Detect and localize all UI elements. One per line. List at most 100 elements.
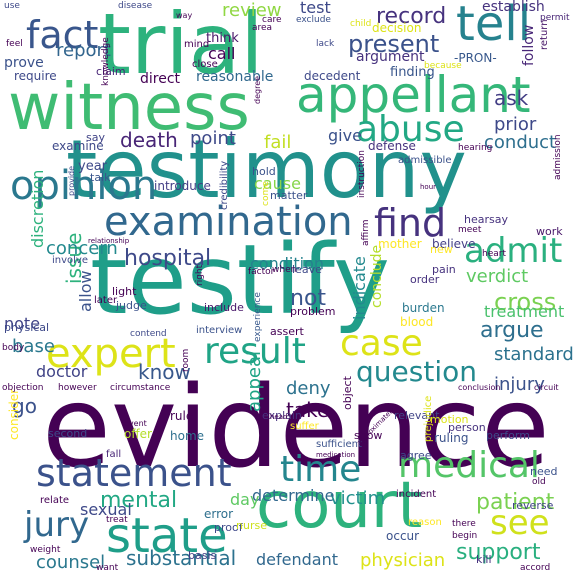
word-problem: problem	[290, 305, 336, 318]
word-way: way	[176, 11, 193, 20]
word-right: right	[195, 264, 205, 286]
word-error: error	[204, 507, 234, 521]
word-talk: talk	[90, 171, 111, 184]
word-contend: contend	[130, 329, 167, 339]
word-prejudice: prejudice	[423, 395, 434, 442]
word-feel: feel	[6, 39, 23, 49]
word-leave: leave	[292, 263, 322, 276]
word-weight: weight	[30, 545, 61, 555]
word-later: later	[94, 295, 118, 306]
word-credibility: credibility	[219, 160, 230, 210]
word-give: give	[328, 126, 362, 145]
word-indicate: indicate	[350, 256, 369, 320]
word-ask: ask	[494, 86, 529, 110]
word-argument: argument	[356, 49, 425, 65]
word-body: body	[2, 343, 25, 353]
word-conclude: conclude	[369, 244, 385, 308]
word-there: there	[452, 519, 476, 529]
word-provide: provide	[67, 165, 76, 196]
word-statement: statement	[36, 451, 232, 495]
word-matter: matter	[270, 189, 308, 202]
word-say: say	[86, 131, 105, 144]
word-occur: occur	[386, 529, 420, 543]
word-include: include	[204, 301, 244, 314]
word-factor: factor	[248, 267, 275, 277]
word-think: think	[206, 31, 239, 46]
word-defendant: defendant	[256, 550, 338, 569]
word-perform: perform	[486, 429, 530, 442]
word-allow: allow	[76, 270, 95, 312]
word-new: new	[430, 243, 453, 256]
word-cloud: evidence testify testimony trial witness…	[0, 0, 576, 576]
word-object: object	[341, 376, 354, 410]
word-basis: basis	[188, 549, 217, 562]
word-hour: hour	[420, 183, 437, 191]
word-judge: judge	[116, 299, 147, 312]
word-consider: consider	[7, 388, 21, 440]
word-work: work	[536, 225, 563, 238]
word-question: question	[356, 355, 477, 388]
word-head: head	[270, 413, 288, 421]
word-experience: experience	[253, 292, 263, 342]
word-physical: physical	[4, 321, 50, 334]
word-follow: follow	[521, 24, 537, 66]
word-doctor: doctor	[36, 362, 88, 381]
word-incident: incident	[396, 489, 437, 500]
word-motion: motion	[430, 413, 469, 426]
word-assert: assert	[270, 325, 304, 338]
word-rule: rule	[170, 409, 194, 423]
word-blood: blood	[400, 315, 434, 329]
word-however: however	[58, 383, 97, 393]
word-nurse: nurse	[236, 519, 267, 532]
word-area: area	[252, 23, 273, 33]
word-test: test	[300, 0, 331, 17]
word-reason: reason	[408, 517, 442, 528]
word-kill: kill	[476, 553, 492, 566]
word-heart: heart	[482, 249, 506, 259]
word-decision: decision	[372, 21, 422, 35]
word-support: support	[456, 540, 541, 565]
word-second: second	[48, 427, 88, 440]
word-circumstance: circumstance	[110, 383, 171, 393]
word-counsel: counsel	[36, 552, 106, 573]
word-establish: establish	[482, 0, 545, 15]
word-treatment: treatment	[484, 302, 565, 321]
word-home: home	[170, 429, 205, 443]
word-reverse: reverse	[512, 499, 554, 512]
word-victim: victim	[330, 488, 386, 509]
word-standard: standard	[494, 344, 574, 365]
word-relate: relate	[40, 495, 70, 506]
word-offer: offer	[124, 427, 152, 441]
word-fail: fail	[264, 132, 292, 153]
word-conclusion: conclusion	[458, 383, 501, 392]
word-knowledge: knowledge	[101, 37, 111, 86]
word-decedent: decedent	[304, 69, 361, 83]
word-close: close	[192, 59, 218, 70]
word-disease: disease	[118, 1, 153, 11]
word-interview: interview	[196, 325, 243, 336]
word-mother: mother	[378, 237, 422, 251]
word-when: when	[272, 265, 297, 275]
word-accord: accord	[520, 563, 551, 573]
word-exclude: exclude	[296, 15, 331, 25]
word-event: event	[124, 419, 147, 428]
word-admission: admission	[553, 134, 563, 180]
word-mind: mind	[184, 39, 210, 50]
word-prove: prove	[4, 55, 44, 71]
word-hold: hold	[252, 165, 276, 178]
word-treat: treat	[106, 515, 128, 525]
word-room: room	[181, 348, 191, 372]
word-objection: objection	[2, 383, 44, 393]
word-begin: begin	[452, 531, 478, 541]
word-admit: admit	[464, 231, 563, 271]
word-meet: meet	[458, 225, 482, 235]
word-instruction: instruction	[357, 149, 367, 198]
word-medication: medication	[316, 451, 356, 459]
word-lack: lack	[316, 39, 335, 49]
word-point: point	[190, 128, 236, 149]
word-suffer: suffer	[290, 421, 319, 432]
word-fall: fall	[106, 449, 122, 460]
word-admissible: admissible	[398, 155, 452, 166]
word-require: require	[14, 69, 57, 83]
word-conduct: conduct	[484, 132, 557, 153]
